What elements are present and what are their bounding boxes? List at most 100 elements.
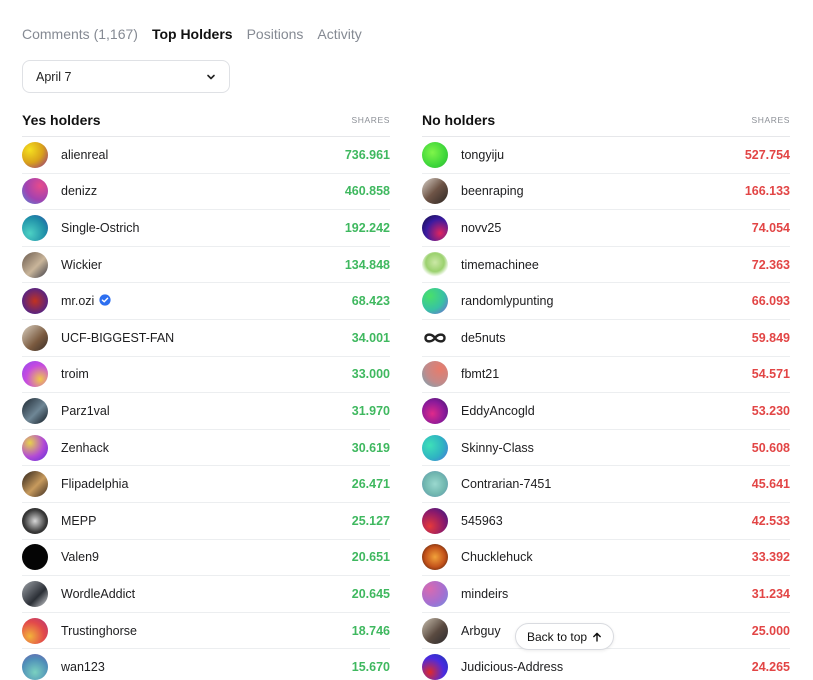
tab-activity[interactable]: Activity xyxy=(317,26,361,42)
holder-name[interactable]: Contrarian-7451 xyxy=(461,477,752,491)
holder-row[interactable]: mindeirs 31.234 xyxy=(422,576,790,613)
holder-row[interactable]: WordleAddict 20.645 xyxy=(22,576,390,613)
holder-row[interactable]: randomlypunting 66.093 xyxy=(422,283,790,320)
holder-name[interactable]: Judicious-Address xyxy=(461,660,752,674)
holder-row[interactable]: Flipadelphia 26.471 xyxy=(22,466,390,503)
holder-row[interactable]: Contrarian-7451 45.641 xyxy=(422,466,790,503)
holder-name-text: Single-Ostrich xyxy=(61,220,140,235)
holder-name[interactable]: EddyAncogld xyxy=(461,404,752,418)
date-dropdown[interactable]: April 7 xyxy=(22,60,230,93)
holder-row[interactable]: Parz1val 31.970 xyxy=(22,393,390,430)
holder-row[interactable]: Skinny-Class 50.608 xyxy=(422,430,790,467)
holder-name[interactable]: novv25 xyxy=(461,221,752,235)
tab-positions[interactable]: Positions xyxy=(247,26,304,42)
holder-shares: 166.133 xyxy=(744,184,790,199)
holder-name[interactable]: fbmt21 xyxy=(461,367,752,381)
yes-holders-list: alienreal 736.961 denizz 460.858 Single-Ostr… xyxy=(22,137,390,680)
holder-shares: 53.230 xyxy=(751,403,790,418)
holder-row[interactable]: alienreal 736.961 xyxy=(22,137,390,174)
avatar xyxy=(422,361,448,388)
holder-name[interactable]: Flipadelphia xyxy=(61,477,352,491)
tab-bar: Comments (1,167) Top Holders Positions A… xyxy=(22,26,362,42)
holder-name[interactable]: Single-Ostrich xyxy=(61,221,345,235)
holder-name[interactable]: MEPP xyxy=(61,514,352,528)
yes-shares-label: SHARES xyxy=(351,115,390,125)
holder-name[interactable]: Wickier xyxy=(61,258,345,272)
holder-name[interactable]: denizz xyxy=(61,184,345,198)
holder-row[interactable]: 545963 42.533 xyxy=(422,503,790,540)
holder-row[interactable]: EddyAncogld 53.230 xyxy=(422,393,790,430)
holder-name-text: EddyAncogld xyxy=(461,403,535,418)
holder-row[interactable]: Judicious-Address 24.265 xyxy=(422,649,790,680)
holder-row[interactable]: novv25 74.054 xyxy=(422,210,790,247)
holder-name[interactable]: Chucklehuck xyxy=(461,550,752,564)
avatar xyxy=(422,397,448,424)
avatar xyxy=(422,654,448,680)
holder-row[interactable]: de5nuts 59.849 xyxy=(422,320,790,357)
holder-name[interactable]: Parz1val xyxy=(61,404,352,418)
holder-shares: 31.234 xyxy=(751,586,790,601)
holder-name[interactable]: Trustinghorse xyxy=(61,624,352,638)
no-holders-list: tongyiju 527.754 beenraping 166.133 novv25 74… xyxy=(422,137,790,680)
chevron-down-icon xyxy=(207,74,215,79)
holder-name[interactable]: 545963 xyxy=(461,514,752,528)
holder-row[interactable]: Zenhack 30.619 xyxy=(22,430,390,467)
holder-name[interactable]: troim xyxy=(61,367,352,381)
avatar xyxy=(22,361,48,388)
holder-row[interactable]: wan123 15.670 xyxy=(22,649,390,680)
no-holders-title: No holders xyxy=(422,112,496,128)
holder-name[interactable]: beenraping xyxy=(461,184,745,198)
holder-row[interactable]: denizz 460.858 xyxy=(22,174,390,211)
holder-shares: 25.000 xyxy=(751,623,790,638)
holder-shares: 20.651 xyxy=(351,550,390,565)
holder-row[interactable]: fbmt21 54.571 xyxy=(422,357,790,394)
holder-row[interactable]: UCF-BIGGEST-FAN 34.001 xyxy=(22,320,390,357)
verified-badge-icon xyxy=(99,294,111,309)
holder-name[interactable]: WordleAddict xyxy=(61,587,352,601)
avatar xyxy=(22,397,48,424)
holder-shares: 25.127 xyxy=(351,513,390,528)
avatar xyxy=(22,580,48,607)
holder-name-text: alienreal xyxy=(61,147,109,162)
avatar xyxy=(22,654,48,680)
holder-shares: 66.093 xyxy=(751,294,790,309)
back-to-top-button[interactable]: Back to top xyxy=(515,623,615,650)
holder-shares: 24.265 xyxy=(751,660,790,675)
holder-name[interactable]: timemachinee xyxy=(461,258,752,272)
holder-name[interactable]: mindeirs xyxy=(461,587,752,601)
holder-name-text: Trustinghorse xyxy=(61,623,137,638)
holder-row[interactable]: troim 33.000 xyxy=(22,357,390,394)
avatar xyxy=(422,434,448,461)
holder-row[interactable]: MEPP 25.127 xyxy=(22,503,390,540)
holder-name[interactable]: Valen9 xyxy=(61,550,352,564)
holder-name[interactable]: randomlypunting xyxy=(461,294,752,308)
holder-shares: 460.858 xyxy=(344,184,390,199)
holder-name[interactable]: UCF-BIGGEST-FAN xyxy=(61,331,352,345)
holder-name-text: MEPP xyxy=(61,513,97,528)
holder-row[interactable]: Trustinghorse 18.746 xyxy=(22,613,390,650)
holder-name[interactable]: Zenhack xyxy=(61,441,352,455)
tab-comments[interactable]: Comments (1,167) xyxy=(22,26,138,42)
avatar xyxy=(422,178,448,205)
holder-shares: 20.645 xyxy=(351,586,390,601)
holder-row[interactable]: timemachinee 72.363 xyxy=(422,247,790,284)
holder-name[interactable]: wan123 xyxy=(61,660,352,674)
holder-name[interactable]: Skinny-Class xyxy=(461,441,752,455)
holder-name[interactable]: mr.ozi xyxy=(61,294,352,309)
holder-shares: 134.848 xyxy=(344,257,390,272)
holder-name[interactable]: tongyiju xyxy=(461,148,745,162)
avatar xyxy=(22,544,48,571)
holder-row[interactable]: tongyiju 527.754 xyxy=(422,137,790,174)
tab-top-holders[interactable]: Top Holders xyxy=(152,26,233,42)
holder-shares: 30.619 xyxy=(351,440,390,455)
holder-row[interactable]: Wickier 134.848 xyxy=(22,247,390,284)
holder-row[interactable]: Valen9 20.651 xyxy=(22,540,390,577)
holder-row[interactable]: beenraping 166.133 xyxy=(422,174,790,211)
holder-row[interactable]: Chucklehuck 33.392 xyxy=(422,540,790,577)
holder-name[interactable]: de5nuts xyxy=(461,331,752,345)
holder-row[interactable]: mr.ozi 68.423 xyxy=(22,283,390,320)
holder-name-text: WordleAddict xyxy=(61,586,136,601)
holder-name[interactable]: alienreal xyxy=(61,148,345,162)
holder-row[interactable]: Single-Ostrich 192.242 xyxy=(22,210,390,247)
avatar xyxy=(22,507,48,534)
